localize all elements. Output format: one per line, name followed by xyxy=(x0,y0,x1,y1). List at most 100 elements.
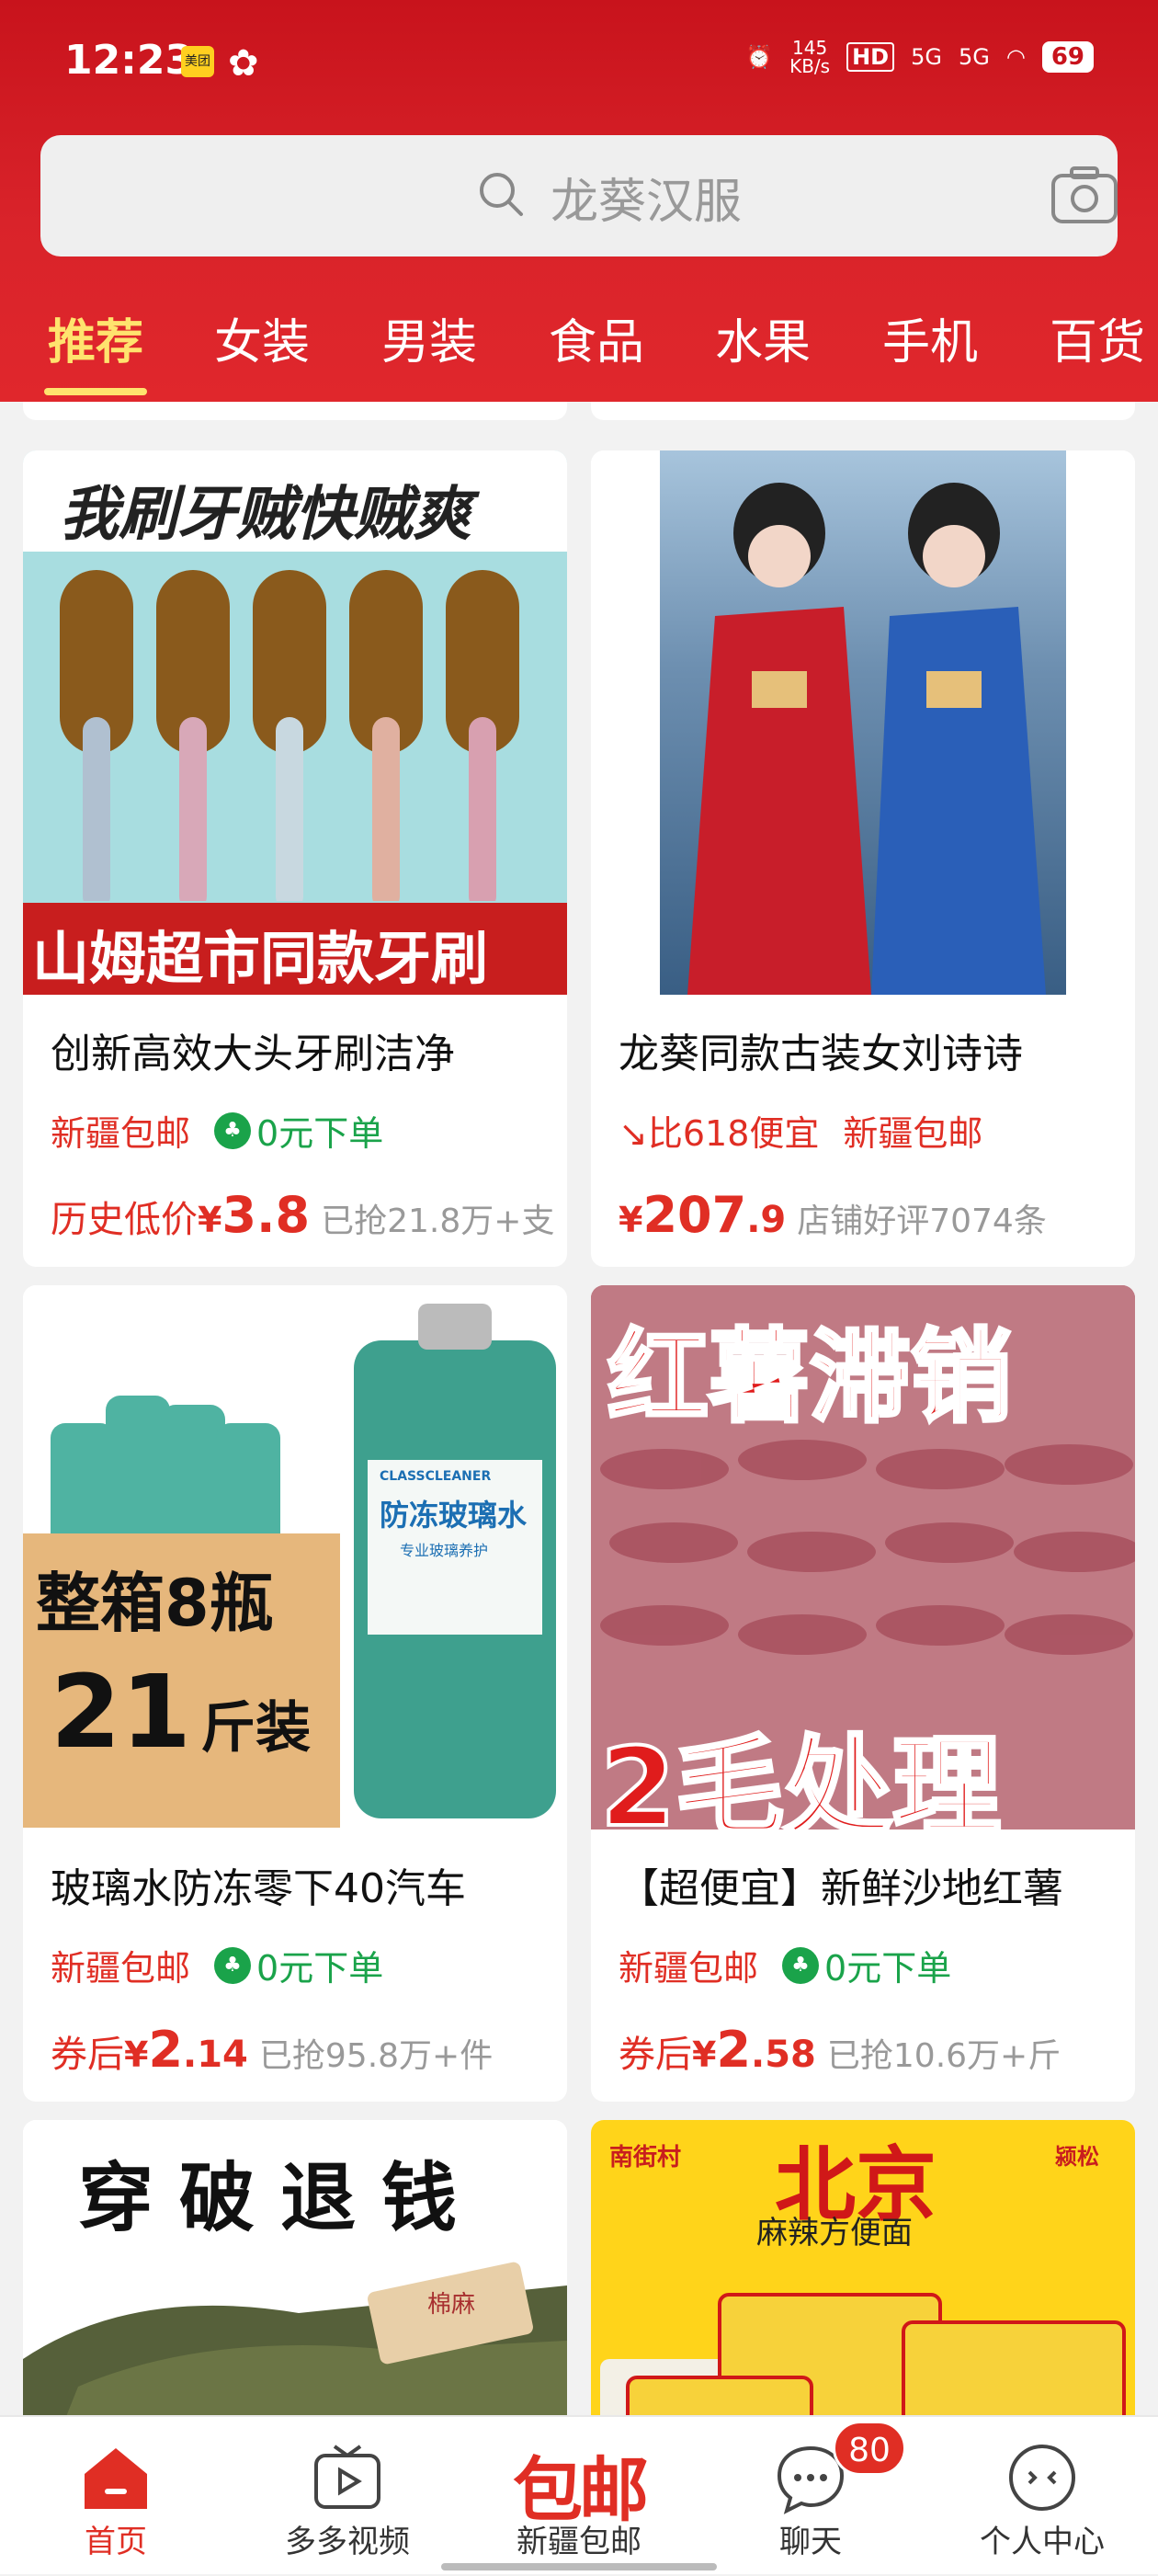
zero-order-tag: ♣ 0元下单 xyxy=(214,1940,383,1990)
product-card-partial[interactable] xyxy=(591,402,1135,420)
sold-count: 已抢95.8万+件 xyxy=(258,2037,494,2075)
nav-video[interactable]: 多多视频 xyxy=(232,2417,463,2576)
product-label: 棉麻 xyxy=(427,2291,476,2319)
review-count: 店铺好评7074条 xyxy=(797,1203,1047,1240)
product-banner-text: 整箱8瓶 xyxy=(36,1566,274,1641)
price-prefix: 券后 xyxy=(51,2034,124,2076)
shipping-tag: 新疆包邮 xyxy=(843,1113,983,1154)
tab-fruit[interactable]: 水果 xyxy=(715,303,811,372)
nav-baoyou[interactable]: 包邮 新疆包邮 xyxy=(463,2417,695,2576)
status-bar: 12:23 美团 ✿ ⏰ 145 KB/s HD 5G 5G ◠ 69 xyxy=(0,0,1158,120)
product-image: 穿破退钱 棉麻 xyxy=(23,2120,567,2415)
signal-icon-2: 5G xyxy=(958,44,990,70)
price-decimal: .9 xyxy=(746,1199,787,1241)
noodle-packs-graphic xyxy=(600,2293,1126,2415)
price-line: 券后 ¥ 2 .14 已抢95.8万+件 xyxy=(51,2021,493,2079)
product-title: 【超便宜】新鲜沙地红薯 xyxy=(619,1865,1063,1912)
bottle-label-en: CLASSCLEANER xyxy=(380,1469,492,1484)
bottle-label: 防冻玻璃水 xyxy=(380,1498,528,1533)
price-drop-tag: ↘比618便宜 xyxy=(619,1113,820,1154)
zero-order-tag: ♣ 0元下单 xyxy=(782,1940,951,1990)
product-banner-text: 山姆超市同款牙刷 xyxy=(32,925,489,992)
video-icon xyxy=(314,2445,380,2509)
price-value: 3.8 xyxy=(221,1186,311,1244)
sold-count: 已抢21.8万+支 xyxy=(321,1203,555,1240)
profile-icon xyxy=(1009,2445,1075,2511)
net-speed: 145 KB/s xyxy=(789,37,831,77)
search-icon xyxy=(480,173,523,216)
zero-order-tag: ♣ 0元下单 xyxy=(214,1105,383,1156)
tab-phone[interactable]: 手机 xyxy=(882,303,978,372)
product-card[interactable]: CLASSCLEANER 防冻玻璃水 专业玻璃养护 整箱8瓶 21 斤装 玻璃水… xyxy=(23,1285,567,2102)
product-card[interactable]: 龙葵同款古装女刘诗诗 ↘比618便宜 新疆包邮 ¥ 207 .9 店铺好评707… xyxy=(591,450,1135,1267)
currency-symbol: ¥ xyxy=(619,1200,643,1240)
bottom-nav: 首页 多多视频 包邮 新疆包邮 80 聊天 个人中心 xyxy=(0,2415,1158,2574)
nav-profile[interactable]: 个人中心 xyxy=(926,2417,1158,2576)
product-banner-text: 21 斤装 xyxy=(51,1653,312,1771)
product-card[interactable]: 我刷牙贼快贼爽 山姆超市同款牙刷 创新高效大头牙刷洁净 新疆包邮 ♣ 0元下单 … xyxy=(23,450,567,1267)
search-placeholder: 龙葵汉服 xyxy=(551,175,743,230)
product-tags: 新疆包邮 ♣ 0元下单 xyxy=(619,1940,951,1990)
gesture-home-bar[interactable] xyxy=(441,2563,717,2570)
product-image xyxy=(591,450,1135,995)
price-line: 券后 ¥ 2 .58 已抢10.6万+斤 xyxy=(619,2021,1061,2079)
flower-notification-icon: ✿ xyxy=(228,42,259,85)
wifi-icon: ◠ xyxy=(1005,44,1026,70)
alarm-icon: ⏰ xyxy=(745,44,774,70)
currency-symbol: ¥ xyxy=(198,1200,222,1240)
currency-symbol: ¥ xyxy=(124,2035,149,2075)
status-time: 12:23 xyxy=(64,37,194,84)
battery-icon: 69 xyxy=(1041,41,1094,73)
price-decimal: .58 xyxy=(751,2034,816,2076)
tab-general[interactable]: 百货 xyxy=(1050,303,1145,372)
product-title: 创新高效大头牙刷洁净 xyxy=(51,1031,455,1077)
product-feed: 我刷牙贼快贼爽 山姆超市同款牙刷 创新高效大头牙刷洁净 新疆包邮 ♣ 0元下单 … xyxy=(0,402,1158,2415)
nav-profile-label: 个人中心 xyxy=(980,2524,1105,2560)
currency-symbol: ¥ xyxy=(692,2035,717,2075)
tab-women[interactable]: 女装 xyxy=(214,303,310,372)
nav-baoyou-label: 新疆包邮 xyxy=(517,2524,641,2560)
product-card-partial[interactable] xyxy=(23,402,567,420)
search-bar[interactable]: 龙葵汉服 xyxy=(40,135,1118,256)
toothbrush-graphic xyxy=(60,570,519,901)
price-decimal: .14 xyxy=(183,2034,248,2076)
leaf-icon: ♣ xyxy=(782,1946,820,1984)
camera-icon[interactable] xyxy=(1050,163,1119,227)
nav-chat[interactable]: 80 聊天 xyxy=(695,2417,926,2576)
price-line: ¥ 207 .9 店铺好评7074条 xyxy=(619,1186,1047,1244)
shipping-tag: 新疆包邮 xyxy=(51,1948,191,1989)
product-tags: 新疆包邮 ♣ 0元下单 xyxy=(51,1105,383,1156)
sold-count: 已抢10.6万+斤 xyxy=(826,2037,1062,2075)
price-value: 207 xyxy=(642,1186,747,1244)
brand-right: 颍松 xyxy=(1055,2144,1099,2170)
product-card[interactable]: 红薯滞销 2毛处理 【超便宜】新鲜沙地红薯 新疆包邮 ♣ 0元下单 券后 ¥ 2 … xyxy=(591,1285,1135,2102)
socks-graphic xyxy=(23,2262,567,2415)
active-tab-indicator xyxy=(44,388,147,395)
leaf-icon: ♣ xyxy=(214,1111,252,1149)
nav-chat-label: 聊天 xyxy=(779,2524,842,2560)
chat-unread-badge: 80 xyxy=(833,2421,906,2476)
price-value: 2 xyxy=(716,2021,752,2079)
category-tabs: 推荐 女装 男装 食品 水果 手机 百货 xyxy=(0,303,1158,395)
meituan-notification-icon: 美团 xyxy=(181,46,214,77)
product-card[interactable]: 南街村 颍松 北京 麻辣方便面 xyxy=(591,2120,1135,2415)
leaf-icon: ♣ xyxy=(214,1946,252,1984)
bottle-sublabel: 专业玻璃养护 xyxy=(400,1542,489,1559)
product-banner-text: 我刷牙贼快贼爽 xyxy=(60,481,471,549)
product-title: 龙葵同款古装女刘诗诗 xyxy=(619,1031,1023,1077)
product-banner-text: 2毛处理 xyxy=(598,1722,1003,1829)
nav-home[interactable]: 首页 xyxy=(0,2417,232,2576)
product-image: 红薯滞销 2毛处理 xyxy=(591,1285,1135,1829)
nav-home-label: 首页 xyxy=(85,2524,147,2560)
hd-icon: HD xyxy=(846,42,895,72)
tab-men[interactable]: 男装 xyxy=(381,303,477,372)
tab-recommend[interactable]: 推荐 xyxy=(48,303,143,372)
tab-food[interactable]: 食品 xyxy=(549,303,644,372)
nav-video-label: 多多视频 xyxy=(285,2524,410,2560)
price-value: 2 xyxy=(148,2021,184,2079)
product-banner-text: 红薯滞销 xyxy=(606,1316,1014,1438)
signal-icon-1: 5G xyxy=(911,44,942,70)
shipping-tag: 新疆包邮 xyxy=(51,1113,191,1154)
product-card[interactable]: 穿破退钱 棉麻 xyxy=(23,2120,567,2415)
product-image: CLASSCLEANER 防冻玻璃水 专业玻璃养护 整箱8瓶 21 斤装 xyxy=(23,1285,567,1829)
